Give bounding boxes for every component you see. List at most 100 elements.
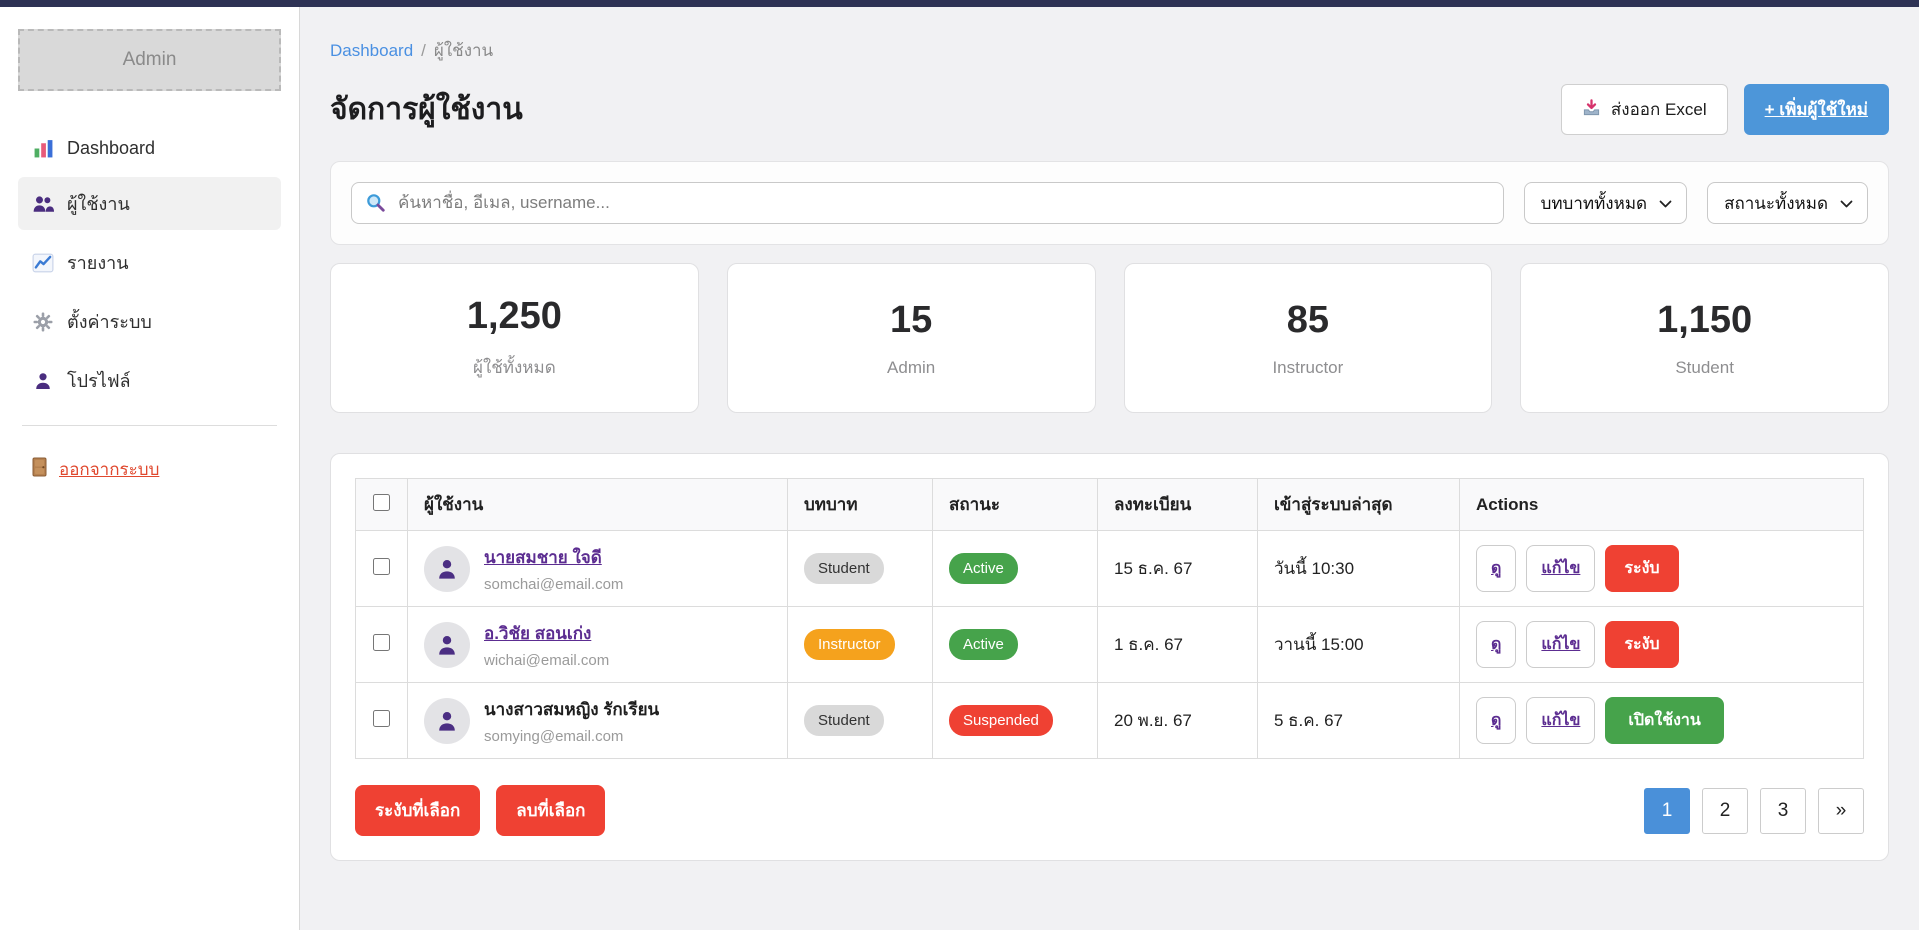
stat-value: 1,150 xyxy=(1657,299,1752,342)
column-header-actions: Actions xyxy=(1460,479,1864,531)
logo-text: Admin xyxy=(123,49,177,71)
column-header-registered: ลงทะเบียน xyxy=(1098,479,1258,531)
door-icon xyxy=(32,457,47,482)
gear-icon xyxy=(32,311,54,333)
row-checkbox[interactable] xyxy=(373,558,390,575)
view-button[interactable]: ดู xyxy=(1476,697,1516,744)
breadcrumb-current: ผู้ใช้งาน xyxy=(434,41,493,60)
sidebar: Admin Dashboard ผู้ใช้งาน รายงาน ตั้งค่า xyxy=(0,7,300,930)
last-login: วันนี้ 10:30 xyxy=(1258,531,1460,607)
row-checkbox[interactable] xyxy=(373,710,390,727)
page-button-next[interactable]: » xyxy=(1818,788,1864,834)
table-row: นางสาวสมหญิง รักเรียน somying@email.com … xyxy=(356,683,1864,759)
edit-button[interactable]: แก้ไข xyxy=(1526,697,1595,744)
column-header-role: บทบาท xyxy=(788,479,933,531)
activate-button[interactable]: เปิดใช้งาน xyxy=(1605,697,1723,744)
stat-card-admin: 15 Admin xyxy=(727,263,1096,413)
person-icon xyxy=(32,370,54,392)
edit-button[interactable]: แก้ไข xyxy=(1526,545,1595,592)
status-badge: Active xyxy=(949,553,1018,584)
sidebar-item-profile[interactable]: โปรไฟล์ xyxy=(18,354,281,407)
chevron-down-icon xyxy=(1840,193,1853,213)
users-icon xyxy=(32,193,54,215)
column-header-status: สถานะ xyxy=(933,479,1098,531)
select-all-checkbox[interactable] xyxy=(373,494,390,511)
column-header-user: ผู้ใช้งาน xyxy=(408,479,788,531)
sidebar-item-settings[interactable]: ตั้งค่าระบบ xyxy=(18,295,281,348)
sidebar-item-reports[interactable]: รายงาน xyxy=(18,236,281,289)
user-email: somchai@email.com xyxy=(484,576,623,593)
sidebar-item-label: โปรไฟล์ xyxy=(67,366,131,395)
search-icon xyxy=(365,192,387,219)
avatar xyxy=(424,698,470,744)
sidebar-item-label: ตั้งค่าระบบ xyxy=(67,307,152,336)
bar-chart-icon xyxy=(32,137,54,159)
sidebar-item-label: Dashboard xyxy=(67,138,155,159)
status-filter-value: สถานะทั้งหมด xyxy=(1724,190,1828,217)
view-button[interactable]: ดู xyxy=(1476,621,1516,668)
page-button-1[interactable]: 1 xyxy=(1644,788,1690,834)
stat-value: 15 xyxy=(890,299,932,342)
chevron-down-icon xyxy=(1659,193,1672,213)
download-icon xyxy=(1582,98,1601,122)
stat-label: ผู้ใช้ทั้งหมด xyxy=(473,354,556,381)
stat-label: Student xyxy=(1675,358,1734,378)
search-input[interactable] xyxy=(351,182,1504,224)
stat-value: 1,250 xyxy=(467,295,562,338)
last-login: 5 ธ.ค. 67 xyxy=(1258,683,1460,759)
registered-date: 15 ธ.ค. 67 xyxy=(1098,531,1258,607)
stat-label: Admin xyxy=(887,358,935,378)
suspend-button[interactable]: ระงับ xyxy=(1605,545,1678,592)
top-accent-bar xyxy=(0,0,1919,7)
sidebar-item-label: รายงาน xyxy=(67,248,129,277)
filter-bar: บทบาททั้งหมด สถานะทั้งหมด xyxy=(330,161,1889,245)
breadcrumb-separator: / xyxy=(421,41,426,60)
table-row: อ.วิชัย สอนเก่ง wichai@email.com Instruc… xyxy=(356,607,1864,683)
users-table: ผู้ใช้งาน บทบาท สถานะ ลงทะเบียน เข้าสู่ร… xyxy=(355,478,1864,759)
page-button-3[interactable]: 3 xyxy=(1760,788,1806,834)
status-filter-select[interactable]: สถานะทั้งหมด xyxy=(1707,182,1868,224)
breadcrumb: Dashboard / ผู้ใช้งาน xyxy=(330,37,1889,64)
view-button[interactable]: ดู xyxy=(1476,545,1516,592)
status-badge: Suspended xyxy=(949,705,1053,736)
role-filter-value: บทบาททั้งหมด xyxy=(1541,190,1648,217)
stats-row: 1,250 ผู้ใช้ทั้งหมด 15 Admin 85 Instruct… xyxy=(330,263,1889,413)
sidebar-divider xyxy=(22,425,277,426)
avatar xyxy=(424,622,470,668)
role-filter-select[interactable]: บทบาททั้งหมด xyxy=(1524,182,1688,224)
table-row: นายสมชาย ใจดี somchai@email.com Student … xyxy=(356,531,1864,607)
breadcrumb-dashboard-link[interactable]: Dashboard xyxy=(330,41,413,60)
row-checkbox[interactable] xyxy=(373,634,390,651)
export-excel-button[interactable]: ส่งออก Excel xyxy=(1561,84,1728,135)
stat-card-instructor: 85 Instructor xyxy=(1124,263,1493,413)
edit-button[interactable]: แก้ไข xyxy=(1526,621,1595,668)
page-title: จัดการผู้ใช้งาน xyxy=(330,86,523,133)
last-login: วานนี้ 15:00 xyxy=(1258,607,1460,683)
users-table-card: ผู้ใช้งาน บทบาท สถานะ ลงทะเบียน เข้าสู่ร… xyxy=(330,453,1889,861)
suspend-button[interactable]: ระงับ xyxy=(1605,621,1678,668)
logout-link[interactable]: ออกจากระบบ xyxy=(32,456,159,483)
export-excel-label: ส่งออก Excel xyxy=(1611,96,1707,123)
user-email: wichai@email.com xyxy=(484,652,609,669)
logo-placeholder: Admin xyxy=(18,29,281,91)
add-user-button[interactable]: + เพิ่มผู้ใช้ใหม่ xyxy=(1744,84,1889,135)
add-user-label: + เพิ่มผู้ใช้ใหม่ xyxy=(1765,96,1868,123)
delete-selected-button[interactable]: ลบที่เลือก xyxy=(496,785,605,836)
search-wrap xyxy=(351,182,1504,224)
column-header-last-login: เข้าสู่ระบบล่าสุด xyxy=(1258,479,1460,531)
user-name: นางสาวสมหญิง รักเรียน xyxy=(484,700,659,719)
page-button-2[interactable]: 2 xyxy=(1702,788,1748,834)
pagination: 1 2 3 » xyxy=(1644,788,1864,834)
line-chart-icon xyxy=(32,252,54,274)
sidebar-item-dashboard[interactable]: Dashboard xyxy=(18,125,281,171)
suspend-selected-button[interactable]: ระงับที่เลือก xyxy=(355,785,480,836)
role-badge: Student xyxy=(804,553,884,584)
registered-date: 1 ธ.ค. 67 xyxy=(1098,607,1258,683)
stat-label: Instructor xyxy=(1272,358,1343,378)
avatar xyxy=(424,546,470,592)
registered-date: 20 พ.ย. 67 xyxy=(1098,683,1258,759)
logout-label: ออกจากระบบ xyxy=(59,456,159,483)
user-name-link[interactable]: นายสมชาย ใจดี xyxy=(484,548,602,567)
sidebar-item-users[interactable]: ผู้ใช้งาน xyxy=(18,177,281,230)
user-name-link[interactable]: อ.วิชัย สอนเก่ง xyxy=(484,624,591,643)
